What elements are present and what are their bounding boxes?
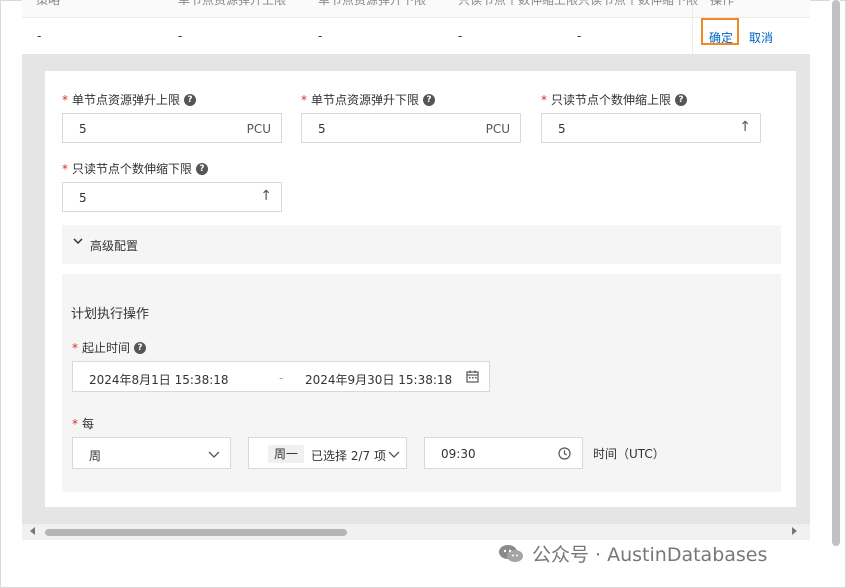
cell-value: - bbox=[37, 29, 42, 43]
period-select[interactable]: 周 bbox=[72, 437, 231, 469]
unit-suffix: PCU bbox=[485, 122, 510, 136]
required-mark: * bbox=[72, 341, 78, 355]
chevron-down-icon bbox=[388, 451, 400, 458]
field-label-min-resource: * 单节点资源弹升下限? bbox=[301, 91, 436, 108]
cell-value: - bbox=[178, 29, 183, 43]
advanced-config-toggle[interactable]: 高级配置 bbox=[62, 225, 781, 264]
time-range-picker[interactable]: 2024年8月1日 15:38:18 - 2024年9月30日 15:38:18 bbox=[72, 361, 490, 392]
required-mark: * bbox=[62, 93, 68, 107]
header-cell-actions: 操作 bbox=[710, 0, 735, 7]
header-cell-4: 只读节点个数伸缩下限 bbox=[578, 0, 699, 7]
advanced-config-label: 高级配置 bbox=[90, 239, 139, 253]
help-icon[interactable]: ? bbox=[675, 93, 688, 106]
min-readonly-nodes-input[interactable]: 5 ↑ bbox=[62, 182, 282, 212]
help-icon[interactable]: ? bbox=[423, 93, 436, 106]
range-separator: - bbox=[279, 371, 284, 385]
required-mark: * bbox=[62, 162, 68, 176]
column-divider bbox=[692, 0, 693, 54]
calendar-icon bbox=[466, 370, 479, 383]
help-icon[interactable]: ? bbox=[184, 93, 197, 106]
header-cell-3: 只读节点个数伸缩上限 bbox=[458, 0, 579, 7]
cell-value: - bbox=[318, 29, 323, 43]
clock-icon bbox=[558, 447, 571, 460]
cancel-button[interactable]: 取消 bbox=[749, 29, 773, 46]
watermark-text: 公众号 · AustinDatabases bbox=[532, 544, 768, 566]
horizontal-scroll-thumb[interactable] bbox=[45, 529, 347, 536]
max-resource-input[interactable]: 5 PCU bbox=[62, 113, 282, 143]
header-cell-strategy: 策略 bbox=[36, 0, 61, 7]
chevron-down-icon bbox=[208, 451, 220, 458]
weekday-multiselect[interactable]: 周一 已选择 2/7 项 bbox=[248, 437, 407, 469]
range-end: 2024年9月30日 15:38:18 bbox=[305, 373, 453, 387]
field-label-max-resource: * 单节点资源弹升上限? bbox=[62, 91, 197, 108]
schedule-title: 计划执行操作 bbox=[71, 307, 150, 322]
timezone-label: 时间（UTC） bbox=[593, 447, 665, 461]
field-label-min-readonly-nodes: * 只读节点个数伸缩下限? bbox=[62, 160, 209, 177]
header-cell-2: 单节点资源弹升下限 bbox=[318, 0, 427, 7]
required-mark: * bbox=[72, 417, 78, 431]
max-readonly-nodes-input[interactable]: 5 ↑ bbox=[541, 113, 761, 143]
time-picker[interactable]: 09:30 bbox=[424, 437, 583, 469]
unit-suffix: PCU bbox=[246, 122, 271, 136]
scroll-left-arrow-icon[interactable] bbox=[30, 527, 35, 535]
cell-value: - bbox=[458, 29, 463, 43]
range-start: 2024年8月1日 15:38:18 bbox=[89, 373, 229, 387]
required-mark: * bbox=[541, 93, 547, 107]
help-icon[interactable]: ? bbox=[196, 162, 209, 175]
field-label-every: * 每 bbox=[72, 417, 95, 431]
field-label-max-readonly-nodes: * 只读节点个数伸缩上限? bbox=[541, 91, 688, 108]
confirm-button[interactable]: 确定 bbox=[709, 29, 733, 46]
selection-summary: 已选择 2/7 项 bbox=[311, 449, 386, 463]
vertical-scroll-thumb[interactable] bbox=[832, 0, 840, 546]
chevron-down-icon bbox=[73, 238, 83, 245]
increment-arrow-icon[interactable]: ↑ bbox=[260, 188, 272, 204]
scroll-right-arrow-icon[interactable] bbox=[792, 527, 797, 535]
field-label-time-range: * 起止时间? bbox=[72, 339, 147, 356]
min-resource-input[interactable]: 5 PCU bbox=[301, 113, 521, 143]
help-icon[interactable]: ? bbox=[134, 341, 147, 354]
weekday-tag[interactable]: 周一 bbox=[268, 445, 305, 463]
required-mark: * bbox=[301, 93, 307, 107]
header-cell-1: 单节点资源弹升上限 bbox=[178, 0, 287, 7]
cell-value: - bbox=[577, 29, 582, 43]
increment-arrow-icon[interactable]: ↑ bbox=[739, 119, 751, 135]
watermark: 公众号 · AustinDatabases bbox=[498, 540, 767, 567]
wechat-icon bbox=[499, 544, 523, 562]
